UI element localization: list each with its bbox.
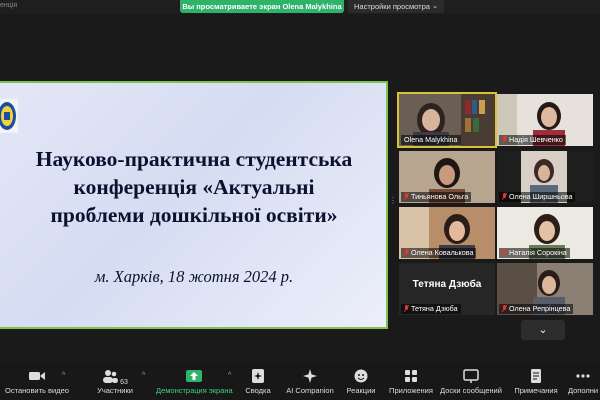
stop-video-label: Остановить видео (5, 386, 69, 395)
apps-icon (405, 370, 417, 382)
mic-muted-icon (404, 249, 409, 256)
whiteboards-button[interactable]: Доски сообщений (440, 368, 502, 395)
apps-label: Приложения (389, 386, 433, 395)
participants-icon-wrap: 63 (95, 368, 135, 386)
share-options-caret-icon[interactable]: ^ (228, 372, 231, 379)
summary-button[interactable]: Сводка (242, 368, 274, 395)
window-title-fragment: енція (0, 2, 18, 9)
participant-tile[interactable]: Тиньянова Ольга (399, 151, 495, 203)
university-logo-icon (0, 99, 18, 133)
slide-title: Науково-практична студентська конференці… (0, 145, 386, 229)
more-label: Дополни (567, 386, 599, 395)
slide-title-line: проблеми дошкільної освіти» (50, 203, 338, 227)
gallery-next-page-button[interactable]: ⌄ (521, 320, 565, 340)
notes-button[interactable]: Примечания (514, 368, 558, 395)
shared-screen-slide: Науково-практична студентська конференці… (0, 81, 388, 329)
participant-tile[interactable]: Олена Ширшньова (497, 151, 593, 203)
video-camera-icon (29, 372, 45, 380)
participant-name-text: Олена Ковалькова (411, 248, 474, 257)
notes-icon (531, 369, 541, 383)
people-icon (103, 370, 119, 383)
reactions-label: Реакции (346, 386, 376, 395)
emoji-reaction-icon (354, 369, 368, 383)
participant-name: Олена Ковалькова (401, 248, 477, 258)
more-dots-icon (576, 374, 590, 378)
participant-name-text: Надія Шевченко (509, 135, 563, 144)
participants-label: Участники (97, 386, 133, 395)
apps-button[interactable]: Приложения (388, 368, 434, 395)
slide-title-line: конференція «Актуальні (73, 175, 315, 199)
participant-name: Наталія Сорокіна (499, 248, 570, 258)
participant-tile[interactable]: Наталія Сорокіна (497, 207, 593, 259)
stop-video-button[interactable]: Остановить видео (4, 368, 70, 395)
mic-muted-icon (502, 136, 507, 143)
participant-name-text: Тиньянова Ольга (411, 192, 469, 201)
participant-tile[interactable]: Олена Ковалькова (399, 207, 495, 259)
participant-tile[interactable]: Тетяна Дзюба Тетяна Дзюба (399, 263, 495, 315)
participant-tile[interactable]: Олена Репрінцева (497, 263, 593, 315)
share-screen-label: Демонстрация экрана (156, 386, 233, 395)
meeting-toolbar: Остановить видео ^ 63 Участники ^ Демонс… (0, 362, 600, 400)
mic-muted-icon (404, 305, 409, 312)
more-button[interactable]: Дополни (566, 368, 600, 395)
mic-muted-icon (502, 193, 507, 200)
chevron-down-icon: ⌄ (538, 324, 548, 336)
summary-icon (252, 369, 264, 383)
slide-title-line: Науково-практична студентська (35, 147, 353, 171)
summary-label: Сводка (245, 386, 271, 395)
participant-name-card: Тетяна Дзюба (412, 278, 482, 290)
ai-companion-button[interactable]: AI Companion (284, 368, 336, 395)
share-screen-button[interactable]: Демонстрация экрана (156, 368, 233, 395)
reactions-button[interactable]: Реакции (344, 368, 378, 395)
video-options-caret-icon[interactable]: ^ (62, 372, 65, 379)
ai-companion-label: AI Companion (286, 386, 334, 395)
share-screen-icon (186, 370, 202, 382)
view-options-label: Настройки просмотра (354, 2, 430, 11)
participant-tile[interactable]: Надія Шевченко (497, 94, 593, 146)
participant-name-text: Тетяна Дзюба (411, 304, 458, 313)
chevron-down-icon: ⌄ (432, 3, 438, 10)
view-options-button[interactable]: Настройки просмотра ⌄ (348, 0, 444, 13)
whiteboards-label: Доски сообщений (440, 386, 502, 395)
screen-share-banner: Вы просматриваете экран Olena Malykhina (180, 0, 344, 13)
participant-name: Olena Malykhina (401, 135, 461, 145)
split-divider-handle[interactable]: ⋮ (389, 196, 397, 214)
participant-name: Тетяна Дзюба (401, 304, 461, 314)
participant-name-text: Наталія Сорокіна (509, 248, 567, 257)
participants-options-caret-icon[interactable]: ^ (142, 372, 145, 379)
participant-name: Надія Шевченко (499, 135, 566, 145)
slide-subtitle: м. Харків, 18 жотня 2024 р. (94, 267, 294, 286)
mic-muted-icon (502, 249, 507, 256)
mic-muted-icon (404, 193, 409, 200)
participant-tile[interactable]: Olena Malykhina (397, 92, 497, 148)
whiteboard-icon (463, 369, 479, 383)
participant-name-text: Олена Репрінцева (509, 304, 571, 313)
participant-name: Олена Репрінцева (499, 304, 574, 314)
sparkle-icon (303, 369, 317, 383)
participants-count: 63 (120, 379, 128, 386)
mic-muted-icon (502, 305, 507, 312)
participant-name: Олена Ширшньова (499, 192, 576, 202)
notes-label: Примечания (514, 386, 558, 395)
participant-name-text: Олена Ширшньова (509, 192, 573, 201)
participants-button[interactable]: 63 Участники (92, 368, 138, 395)
participant-name: Тиньянова Ольга (401, 192, 472, 202)
